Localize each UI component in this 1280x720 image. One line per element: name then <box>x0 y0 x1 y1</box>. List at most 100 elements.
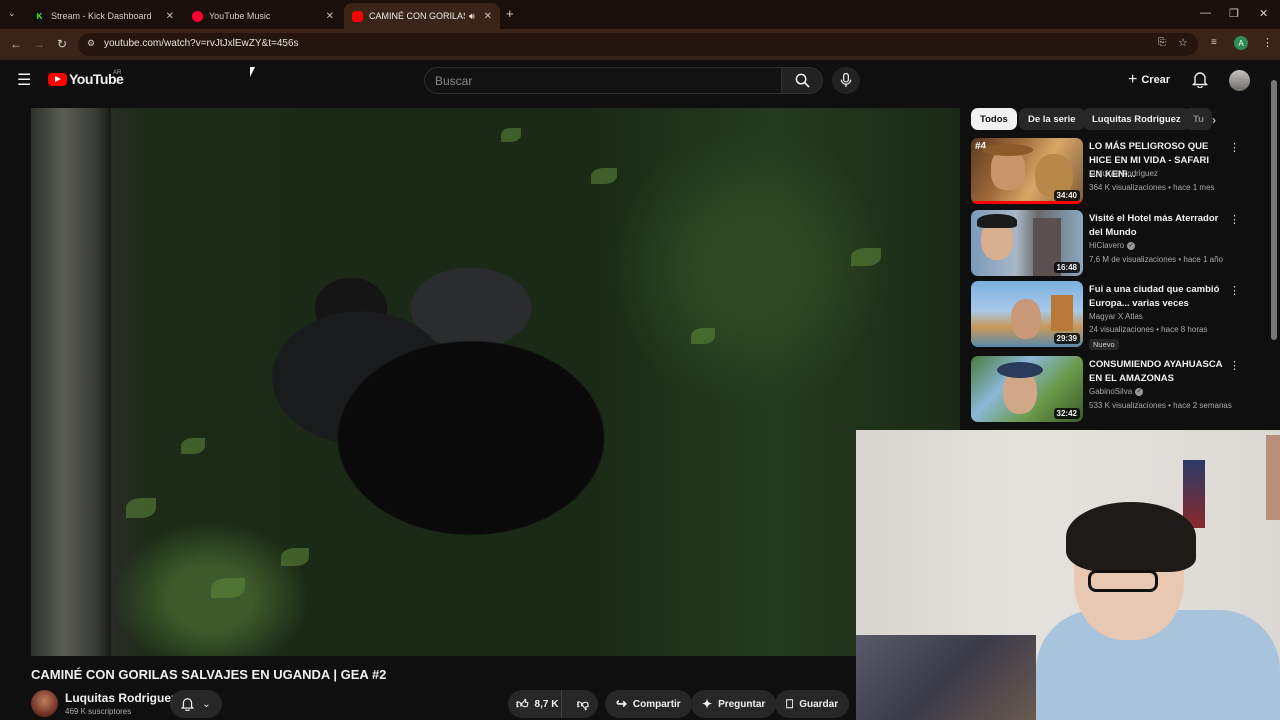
install-app-icon[interactable]: ⎘ <box>1158 37 1166 48</box>
thumbs-up-icon: 👍︎ <box>516 696 529 711</box>
close-tab-icon[interactable]: ✕ <box>166 11 174 22</box>
video-frame-leaf <box>181 438 205 454</box>
video-frame-leaf <box>591 168 617 184</box>
forward-icon[interactable]: → <box>33 37 45 51</box>
video-thumbnail[interactable]: 29:39 <box>971 281 1083 347</box>
wall-poster <box>1266 435 1280 520</box>
tab-kick-dashboard[interactable]: K Stream - Kick Dashboard ✕ <box>26 3 182 29</box>
video-thumbnail[interactable]: 16:48 <box>971 210 1083 276</box>
maximize-icon[interactable]: ❐ <box>1229 7 1239 20</box>
chip-truncated[interactable]: Tu <box>1184 108 1212 130</box>
more-options-icon[interactable]: ⋮ <box>1229 213 1240 226</box>
voice-search-button[interactable] <box>832 67 860 94</box>
video-thumbnail[interactable]: 32:42 <box>971 356 1083 422</box>
kick-favicon-icon: K <box>34 10 45 22</box>
dislike-button[interactable]: 👎︎ <box>568 690 598 718</box>
channel-name: Magyar X Atlas <box>1089 312 1143 321</box>
search-input[interactable]: Buscar <box>424 67 782 94</box>
webcam-overlay <box>856 430 1280 720</box>
chip-series[interactable]: De la serie <box>1019 108 1085 130</box>
mouse-cursor-icon <box>250 67 255 77</box>
video-player[interactable] <box>31 108 960 656</box>
thumbnail-face <box>991 150 1025 190</box>
video-frame-tree-trunk <box>31 108 111 656</box>
channel-avatar[interactable] <box>31 690 58 717</box>
like-count: 8,7 K <box>534 698 559 710</box>
close-tab-icon[interactable]: ✕ <box>326 11 334 22</box>
channel-name: GabinoSilva <box>1089 387 1133 396</box>
duration-badge: 29:39 <box>1053 333 1080 344</box>
search-icon <box>795 73 810 88</box>
subscriber-count: 469 K suscriptores <box>65 707 132 716</box>
chip-all[interactable]: Todos <box>971 108 1017 130</box>
address-bar[interactable]: ⚙ youtube.com/watch?v=rvJtJxlEwZY&t=456s… <box>78 33 1198 56</box>
back-icon[interactable]: ← <box>10 37 22 51</box>
duration-badge: 32:42 <box>1053 408 1080 419</box>
share-label: Compartir <box>632 698 681 710</box>
recommendation-item[interactable]: 32:42 CONSUMIENDO AYAHUASCA EN EL AMAZON… <box>971 356 1251 424</box>
chevron-down-icon: ⌄ <box>202 698 211 710</box>
media-control-icon[interactable]: ≡ <box>1211 37 1217 48</box>
recommendation-channel: Magyar X Atlas <box>1089 312 1143 321</box>
audio-playing-icon[interactable]: 🔊︎ <box>469 11 475 22</box>
youtube-play-logo-icon <box>48 72 67 86</box>
tab-current-video[interactable]: CAMINÉ CON GORILAS SAL 🔊︎ ✕ <box>344 3 500 29</box>
search-button[interactable] <box>781 67 823 94</box>
youtube-music-favicon-icon <box>192 10 203 22</box>
ask-button[interactable]: ✦ Preguntar <box>691 690 777 718</box>
create-button[interactable]: + Crear <box>1128 71 1170 89</box>
minimize-icon[interactable]: — <box>1200 7 1211 19</box>
like-dislike-group: 👍︎ 8,7 K 👎︎ <box>508 690 598 718</box>
more-options-icon[interactable]: ⋮ <box>1229 141 1240 154</box>
like-button[interactable]: 👍︎ 8,7 K <box>508 690 562 718</box>
recommendation-item[interactable]: 29:39 Fui a una ciudad que cambió Europa… <box>971 281 1251 350</box>
more-options-icon[interactable]: ⋮ <box>1229 284 1240 297</box>
page-scrollbar[interactable] <box>1271 80 1277 340</box>
thumbs-down-icon: 👎︎ <box>576 696 589 711</box>
reload-icon[interactable]: ↻ <box>57 37 67 51</box>
video-thumbnail[interactable]: #4 34:40 <box>971 138 1083 204</box>
recommendation-channel: Luquitas Rodriguez <box>1089 169 1158 178</box>
share-button[interactable]: ↪ Compartir <box>605 690 692 718</box>
chevron-right-icon[interactable]: › <box>1212 113 1216 127</box>
microphone-icon <box>840 73 852 88</box>
site-info-icon[interactable]: ⚙ <box>87 38 95 49</box>
new-badge: Nuevo <box>1089 339 1119 350</box>
recommendation-meta: 7,6 M de visualizaciones • hace 1 año <box>1089 255 1223 264</box>
thumbnail-hair <box>997 362 1043 378</box>
chip-channel[interactable]: Luquitas Rodriguez <box>1083 108 1190 130</box>
recommendation-channel: HiClavero ✓ <box>1089 241 1136 250</box>
close-window-icon[interactable]: ✕ <box>1259 7 1268 20</box>
recommendation-title: Fui a una ciudad que cambió Europa... va… <box>1089 284 1220 309</box>
channel-name: Luquitas Rodriguez <box>1089 169 1158 178</box>
save-button[interactable]: ⎕ Guardar <box>775 690 850 718</box>
recommendation-item[interactable]: 16:48 Visité el Hotel más Aterrador del … <box>971 210 1251 278</box>
duration-badge: 34:40 <box>1053 190 1080 201</box>
tab-youtube-music[interactable]: YouTube Music ✕ <box>184 3 342 29</box>
more-options-icon[interactable]: ⋮ <box>1229 359 1240 372</box>
subscription-notifications-button[interactable]: ⌄ <box>170 690 222 718</box>
recommendation-meta: 364 K visualizaciones • hace 1 mes <box>1089 183 1215 192</box>
new-tab-icon[interactable]: + <box>506 6 514 21</box>
profile-avatar[interactable]: A <box>1234 36 1248 50</box>
watch-progress-bar <box>971 201 1083 204</box>
webcam-person-hair <box>1066 502 1196 572</box>
close-tab-icon[interactable]: ✕ <box>484 11 492 22</box>
thumbnail-face <box>1011 299 1041 339</box>
video-title: CAMINÉ CON GORILAS SALVAJES EN UGANDA | … <box>31 667 387 682</box>
browser-toolbar: ← → ↻ ⚙ youtube.com/watch?v=rvJtJxlEwZY&… <box>0 29 1280 60</box>
thumbnail-building <box>1051 295 1073 331</box>
share-arrow-icon: ↪ <box>616 696 627 711</box>
bookmark-star-icon[interactable]: ☆ <box>1178 36 1188 49</box>
menu-hamburger-icon[interactable]: ☰ <box>17 70 31 90</box>
notifications-button[interactable] <box>1191 71 1209 93</box>
account-avatar[interactable] <box>1229 70 1250 91</box>
recommendation-item[interactable]: #4 34:40 LO MÁS PELIGROSO QUE HICE EN MI… <box>971 138 1251 206</box>
url-text: youtube.com/watch?v=rvJtJxlEwZY&t=456s <box>104 38 299 49</box>
tab-label: Stream - Kick Dashboard <box>51 11 152 21</box>
webcam-glasses <box>1088 570 1158 592</box>
browser-menu-icon[interactable]: ⋮ <box>1262 36 1273 49</box>
channel-name[interactable]: Luquitas Rodriguez <box>65 691 177 705</box>
video-frame-leaf <box>126 498 156 518</box>
tab-search-chevron-icon[interactable]: ⌄ <box>8 8 16 19</box>
